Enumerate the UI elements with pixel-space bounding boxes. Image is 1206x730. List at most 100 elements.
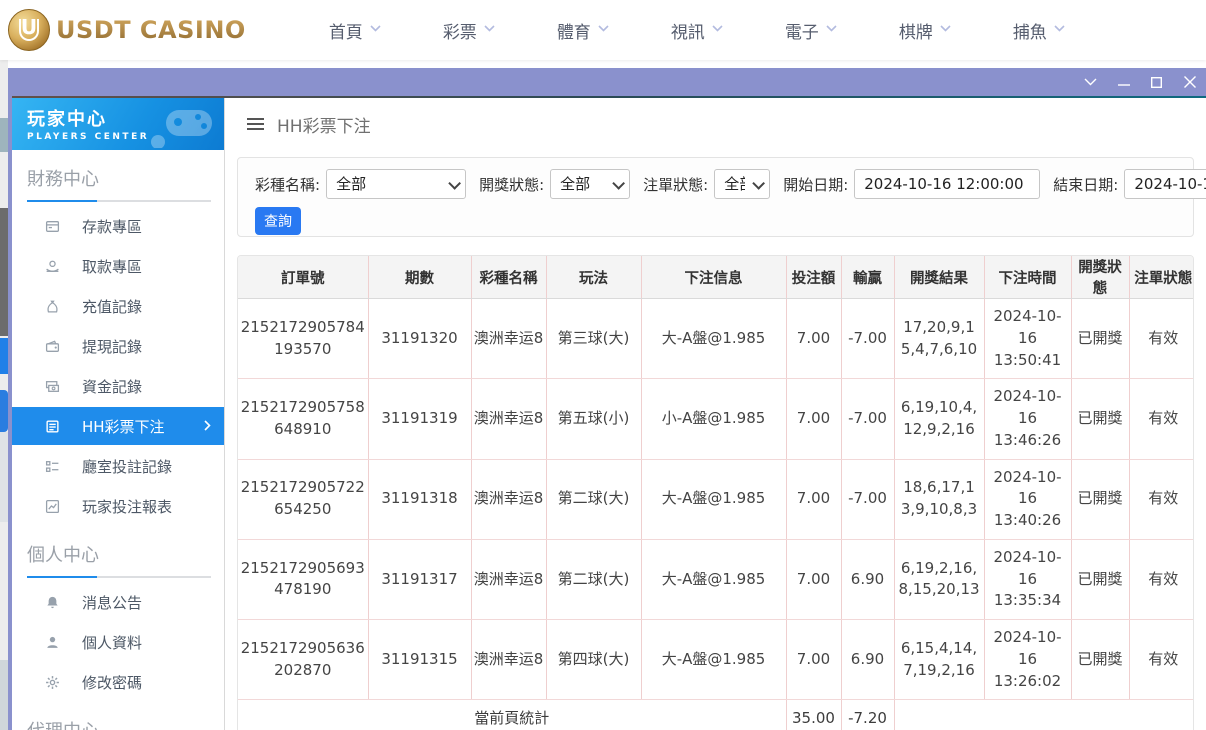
cell-order-status: 有效: [1128, 378, 1193, 460]
cell-bet-time: 2024-10-16 13:35:34: [983, 539, 1071, 621]
cell-bet-info: 大-A盤@1.985: [640, 298, 786, 380]
cell-bet-time: 2024-10-16 13:40:26: [983, 459, 1071, 540]
background-fragment: [0, 660, 8, 730]
cell-draw-result: 6,19,10,4,12,9,2,16: [893, 378, 984, 460]
sidebar-item[interactable]: 個人資料: [12, 622, 224, 662]
cell-bet-info: 小-A盤@1.985: [640, 378, 786, 460]
window-minimize-icon[interactable]: [1107, 68, 1140, 96]
column-header: 投注額: [785, 256, 841, 299]
summary-empty: [893, 699, 1193, 730]
cell-order-no: 2152172905636202870: [238, 619, 368, 701]
cell-order-status: 有效: [1128, 619, 1193, 701]
sidebar-item[interactable]: 取款專區: [12, 246, 224, 286]
nav-item-4[interactable]: 電子: [754, 0, 868, 60]
cell-lottery-name: 澳洲幸运8: [470, 298, 546, 380]
chevron-down-icon: [484, 24, 495, 36]
cell-bet-amount: 7.00: [785, 459, 841, 540]
draw-status-label: 開獎狀態:: [479, 175, 545, 194]
cell-bet-amount: 7.00: [785, 298, 841, 380]
cell-order-no: 2152172905722654250: [238, 459, 368, 540]
sidebar-section-title: 個人中心: [27, 545, 99, 566]
cell-period: 31191319: [367, 378, 471, 460]
order-status-select[interactable]: 全部: [714, 169, 771, 199]
start-date-input[interactable]: [854, 169, 1041, 199]
cell-lottery-name: 澳洲幸运8: [470, 378, 546, 460]
sidebar-item[interactable]: HH彩票下注: [12, 407, 224, 445]
screen: U USDT CASINO 首頁 彩票 體育 視訊 電子 棋牌 捕魚 玩家中心 …: [0, 0, 1206, 730]
cell-order-no: 2152172905758648910: [238, 378, 368, 460]
window-chevron-down-icon[interactable]: [1074, 68, 1107, 96]
cashout-icon: [45, 339, 60, 354]
column-header: 訂單號: [238, 256, 368, 299]
sidebar-item[interactable]: 提現記錄: [12, 326, 224, 366]
summary-bet-amount: 35.00: [785, 699, 841, 730]
column-header: 注單狀態: [1128, 256, 1193, 299]
nav-item-5[interactable]: 棋牌: [868, 0, 982, 60]
app-window: 玩家中心 PLAYERS CENTER 財務中心 存款專區 取款專區 充值記錄 …: [8, 68, 1206, 730]
deposit-icon: [45, 219, 60, 234]
nav-item-6[interactable]: 捕魚: [982, 0, 1096, 60]
window-maximize-icon[interactable]: [1140, 68, 1173, 96]
nav-item-2[interactable]: 體育: [526, 0, 640, 60]
cell-period: 31191320: [367, 298, 471, 380]
sidebar-item[interactable]: 廳室投註記錄: [12, 446, 224, 486]
bets-table-panel: 訂單號 期數 彩種名稱 玩法 下注信息 投注額 輸贏 開獎結果 下注時間 開獎狀態 注單狀態 215…: [237, 255, 1194, 730]
sidebar-header: 玩家中心 PLAYERS CENTER: [12, 98, 224, 150]
nav-item-1[interactable]: 彩票: [412, 0, 526, 60]
draw-status-select[interactable]: 全部: [550, 169, 631, 199]
funds-icon: [45, 379, 60, 394]
sidebar-item[interactable]: 玩家投注報表: [12, 486, 224, 526]
window-close-icon[interactable]: [1173, 68, 1206, 96]
background-page-strip: [0, 60, 8, 730]
table-row: 2152172905784193570 31191320 澳洲幸运8 第三球(大…: [238, 298, 1193, 380]
logo[interactable]: U USDT CASINO: [8, 9, 246, 51]
report-icon: [45, 499, 60, 514]
table-row: 2152172905636202870 31191315 澳洲幸运8 第四球(大…: [238, 619, 1193, 701]
background-fragment: [0, 208, 8, 336]
cell-lottery-name: 澳洲幸运8: [470, 539, 546, 621]
sidebar-item[interactable]: 修改密碼: [12, 662, 224, 702]
sidebar: 玩家中心 PLAYERS CENTER 財務中心 存款專區 取款專區 充值記錄 …: [12, 98, 225, 730]
main-content: HH彩票下注 彩種名稱: 全部 開獎狀態: 全部 注單狀態: 全部 開始日期: …: [225, 98, 1206, 730]
chevron-down-icon: [598, 24, 609, 36]
cell-draw-status: 已開獎: [1070, 619, 1129, 701]
cell-bet-time: 2024-10-16 13:26:02: [983, 619, 1071, 701]
sidebar-item[interactable]: 存款專區: [12, 206, 224, 246]
user-icon: [45, 635, 60, 650]
hamburger-icon[interactable]: [247, 115, 264, 133]
logo-coin-icon: U: [8, 9, 50, 51]
cell-bet-info: 大-A盤@1.985: [640, 539, 786, 621]
cell-order-status: 有效: [1128, 459, 1193, 540]
cell-order-no: 2152172905784193570: [238, 298, 368, 380]
cell-order-no: 2152172905693478190: [238, 539, 368, 621]
section-underline: [27, 200, 211, 202]
logo-text: USDT CASINO: [56, 16, 246, 44]
sidebar-sections: 財務中心 存款專區 取款專區 充值記錄 提現記錄 資金記錄 HH彩票下注 廳室投…: [12, 165, 224, 730]
query-button[interactable]: 查詢: [255, 207, 301, 235]
sidebar-item[interactable]: 充值記錄: [12, 286, 224, 326]
filter-panel: 彩種名稱: 全部 開獎狀態: 全部 注單狀態: 全部 開始日期: 2024-10…: [237, 157, 1206, 237]
nav-item-0[interactable]: 首頁: [298, 0, 412, 60]
cell-draw-result: 17,20,9,15,4,7,6,10: [893, 298, 984, 380]
cell-period: 31191315: [367, 619, 471, 701]
cell-period: 31191318: [367, 459, 471, 540]
column-header: 下注信息: [640, 256, 786, 299]
sidebar-item[interactable]: 消息公告: [12, 582, 224, 622]
end-date-input[interactable]: [1124, 169, 1206, 199]
sidebar-item[interactable]: 資金記錄: [12, 366, 224, 406]
cell-bet-time: 2024-10-16 13:50:41: [983, 298, 1071, 380]
sidebar-section: 代理中心: [12, 717, 224, 730]
nav-item-3[interactable]: 視訊: [640, 0, 754, 60]
sidebar-section-title: 代理中心: [27, 717, 224, 730]
cell-bet-amount: 7.00: [785, 619, 841, 701]
recharge-icon: [45, 299, 60, 314]
main-nav: 首頁 彩票 體育 視訊 電子 棋牌 捕魚: [298, 0, 1096, 60]
cell-play-type: 第五球(小): [545, 378, 641, 460]
summary-label: 當前頁統計: [238, 699, 786, 730]
sidebar-section-title: 財務中心: [27, 169, 99, 190]
bell-icon: [45, 595, 60, 610]
sidebar-section: 個人中心 消息公告 個人資料 修改密碼: [12, 541, 224, 702]
column-header: 彩種名稱: [470, 256, 546, 299]
lottery-name-select[interactable]: 全部: [326, 169, 467, 199]
column-header: 輸贏: [840, 256, 894, 299]
